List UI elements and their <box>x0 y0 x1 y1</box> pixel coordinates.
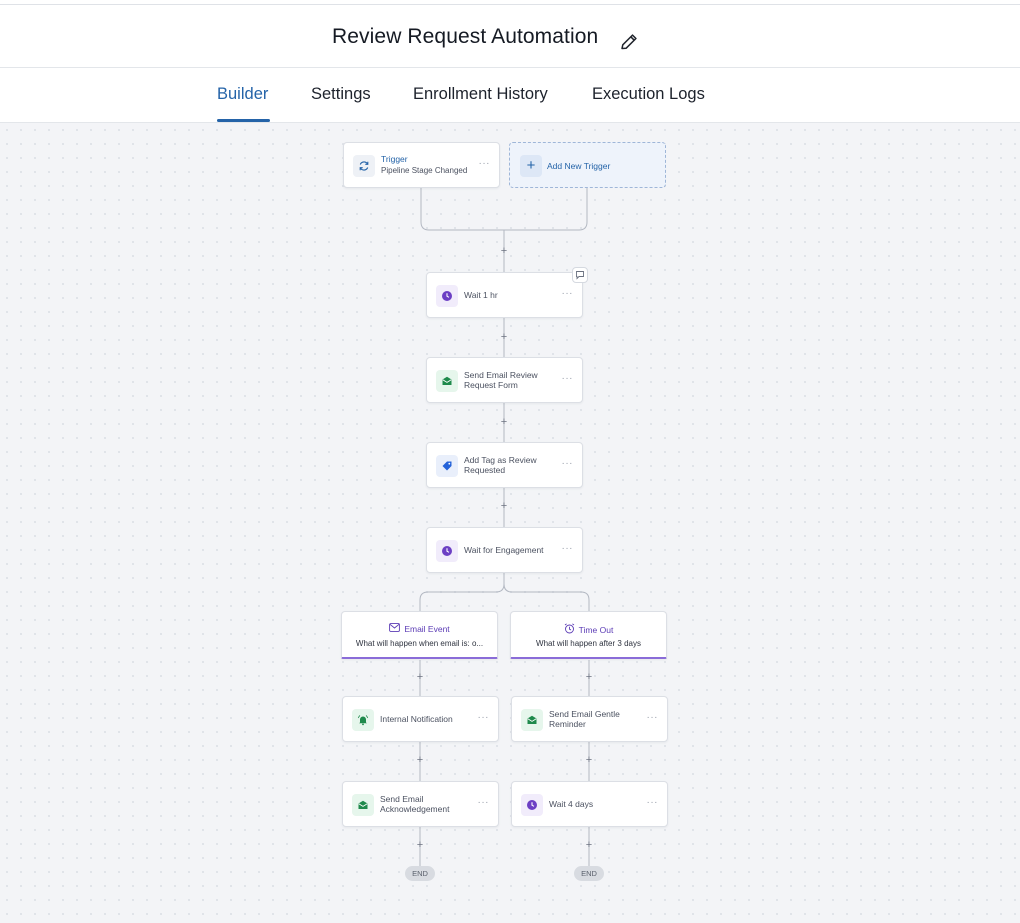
add-new-trigger-button[interactable]: + Add New Trigger <box>509 142 666 188</box>
step-label: Wait for Engagement <box>464 544 544 555</box>
add-step-button[interactable]: + <box>498 500 510 512</box>
branch-time-out[interactable]: Time Out What will happen after 3 days <box>510 611 667 659</box>
branch-email-event[interactable]: Email Event What will happen when email … <box>341 611 498 659</box>
email-icon <box>352 794 374 816</box>
step-menu-icon[interactable]: ··· <box>562 458 574 469</box>
step-label: Wait 4 days <box>549 798 594 809</box>
step-node-wait-for-engagement[interactable]: Wait for Engagement ··· <box>426 527 583 573</box>
email-icon <box>521 709 543 731</box>
trigger-subtitle: Pipeline Stage Changed <box>381 166 468 175</box>
step-menu-icon[interactable]: ··· <box>647 712 659 723</box>
step-menu-icon[interactable]: ··· <box>478 797 490 808</box>
branch-subtitle: What will happen when email is: o... <box>355 639 484 648</box>
step-node-wait-4-days[interactable]: Wait 4 days ··· <box>511 781 668 827</box>
step-node-send-email-gentle-reminder[interactable]: Send Email Gentle Reminder ··· <box>511 696 668 742</box>
email-icon <box>436 370 458 392</box>
step-label: Send Email Review Request Form <box>464 369 538 391</box>
step-label: Send Email Acknowledgement <box>380 793 450 815</box>
envelope-icon <box>389 623 401 634</box>
step-node-send-email-acknowledgement[interactable]: Send Email Acknowledgement ··· <box>342 781 499 827</box>
add-step-button[interactable]: + <box>498 331 510 343</box>
trigger-text: Trigger Pipeline Stage Changed <box>381 143 477 187</box>
plus-icon: + <box>520 155 542 177</box>
step-menu-icon[interactable]: ··· <box>562 543 574 554</box>
clock-icon <box>436 285 458 307</box>
step-node-add-tag[interactable]: Add Tag as Review Requested ··· <box>426 442 583 488</box>
trigger-title: Trigger <box>381 153 408 164</box>
step-label: Add Tag as Review Requested <box>464 454 537 476</box>
add-step-button[interactable]: + <box>583 754 595 766</box>
bell-icon <box>352 709 374 731</box>
step-menu-icon[interactable]: ··· <box>478 712 490 723</box>
refresh-icon <box>353 155 375 177</box>
branch-subtitle: What will happen after 3 days <box>536 639 641 648</box>
step-menu-icon[interactable]: ··· <box>562 288 574 299</box>
step-node-send-email[interactable]: Send Email Review Request Form ··· <box>426 357 583 403</box>
step-menu-icon[interactable]: ··· <box>647 797 659 808</box>
clock-icon <box>436 540 458 562</box>
branch-title: Email Event <box>404 623 450 634</box>
add-step-button[interactable]: + <box>414 754 426 766</box>
trigger-menu-icon[interactable]: ··· <box>479 158 491 169</box>
clock-icon <box>521 794 543 816</box>
step-node-wait[interactable]: Wait 1 hr ··· <box>426 272 583 318</box>
add-step-button[interactable]: + <box>498 416 510 428</box>
end-marker: END <box>574 866 604 881</box>
tag-icon <box>436 455 458 477</box>
add-new-trigger-label: Add New Trigger <box>547 161 611 171</box>
branch-title-row: Email Event <box>342 623 497 634</box>
branch-title-row: Time Out <box>511 623 666 636</box>
add-step-button[interactable]: + <box>414 671 426 683</box>
step-node-internal-notification[interactable]: Internal Notification ··· <box>342 696 499 742</box>
add-step-button[interactable]: + <box>583 839 595 851</box>
comment-icon[interactable] <box>572 267 588 283</box>
alarm-icon <box>564 623 575 636</box>
add-step-button[interactable]: + <box>498 245 510 257</box>
add-step-button[interactable]: + <box>414 839 426 851</box>
step-label: Send Email Gentle Reminder <box>549 708 620 730</box>
end-marker: END <box>405 866 435 881</box>
trigger-node[interactable]: Trigger Pipeline Stage Changed ··· <box>343 142 500 188</box>
step-menu-icon[interactable]: ··· <box>562 373 574 384</box>
step-label: Internal Notification <box>380 713 453 724</box>
add-step-button[interactable]: + <box>583 671 595 683</box>
branch-title: Time Out <box>578 624 614 635</box>
step-label: Wait 1 hr <box>464 289 498 300</box>
